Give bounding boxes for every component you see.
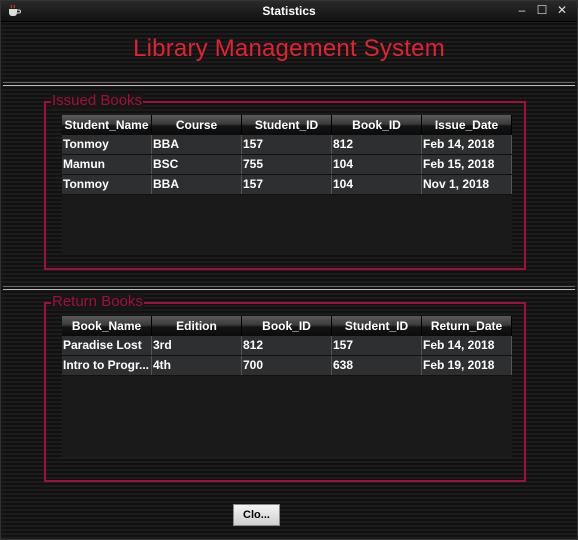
table-cell[interactable]: 638 xyxy=(332,356,422,375)
table-cell[interactable]: Tonmoy xyxy=(62,135,152,154)
column-header[interactable]: Book_ID xyxy=(242,316,332,336)
window-title: Statistics xyxy=(262,4,316,18)
table-cell[interactable]: Mamun xyxy=(62,155,152,174)
table-cell[interactable]: 104 xyxy=(332,155,422,174)
table-cell[interactable]: 812 xyxy=(332,135,422,154)
column-header[interactable]: Course xyxy=(152,115,242,135)
issued-books-title: Issued Books xyxy=(51,92,144,109)
table-cell[interactable]: 755 xyxy=(242,155,332,174)
return-books-panel: Return Books Book_Name Edition Book_ID S… xyxy=(44,294,526,482)
table-cell[interactable]: Nov 1, 2018 xyxy=(422,175,512,194)
table-cell[interactable]: 812 xyxy=(242,336,332,355)
column-header[interactable]: Edition xyxy=(152,316,242,336)
table-cell[interactable]: 157 xyxy=(242,135,332,154)
column-header[interactable]: Student_Name xyxy=(62,115,152,135)
table-row[interactable]: Intro to Progr... 4th 700 638 Feb 19, 20… xyxy=(62,356,512,376)
title-bar[interactable]: Statistics – ☐ ✕ xyxy=(1,1,577,22)
table-row[interactable]: Tonmoy BBA 157 812 Feb 14, 2018 xyxy=(62,135,512,155)
issued-books-table[interactable]: Student_Name Course Student_ID Book_ID I… xyxy=(62,115,512,255)
separator xyxy=(3,286,575,290)
column-header[interactable]: Book_ID xyxy=(332,115,422,135)
close-button[interactable]: Clo... xyxy=(233,504,280,526)
column-header[interactable]: Student_ID xyxy=(242,115,332,135)
table-cell[interactable]: Feb 14, 2018 xyxy=(422,336,512,355)
table-cell[interactable]: Feb 19, 2018 xyxy=(422,356,512,375)
column-header[interactable]: Issue_Date xyxy=(422,115,512,135)
column-header[interactable]: Student_ID xyxy=(332,316,422,336)
table-cell[interactable]: 700 xyxy=(242,356,332,375)
table-header: Book_Name Edition Book_ID Student_ID Ret… xyxy=(62,316,512,336)
table-cell[interactable]: Paradise Lost xyxy=(62,336,152,355)
table-cell[interactable]: 157 xyxy=(332,336,422,355)
table-row[interactable]: Paradise Lost 3rd 812 157 Feb 14, 2018 xyxy=(62,336,512,356)
statistics-window: Statistics – ☐ ✕ Library Management Syst… xyxy=(0,0,578,540)
minimize-icon[interactable]: – xyxy=(514,3,530,17)
table-cell[interactable]: Feb 15, 2018 xyxy=(422,155,512,174)
table-cell[interactable]: BBA xyxy=(152,135,242,154)
table-cell[interactable]: 3rd xyxy=(152,336,242,355)
table-row[interactable]: Tonmoy BBA 157 104 Nov 1, 2018 xyxy=(62,175,512,195)
return-books-table[interactable]: Book_Name Edition Book_ID Student_ID Ret… xyxy=(62,316,512,457)
table-cell[interactable]: Feb 14, 2018 xyxy=(422,135,512,154)
close-icon[interactable]: ✕ xyxy=(554,3,570,17)
table-cell[interactable]: 104 xyxy=(332,175,422,194)
page-title: Library Management System xyxy=(133,35,445,62)
table-row[interactable]: Mamun BSC 755 104 Feb 15, 2018 xyxy=(62,155,512,175)
table-cell[interactable]: BSC xyxy=(152,155,242,174)
table-cell[interactable]: Intro to Progr... xyxy=(62,356,152,375)
table-cell[interactable]: BBA xyxy=(152,175,242,194)
table-cell[interactable]: 4th xyxy=(152,356,242,375)
return-books-title: Return Books xyxy=(51,293,144,310)
table-cell[interactable]: Tonmoy xyxy=(62,175,152,194)
table-cell[interactable]: 157 xyxy=(242,175,332,194)
column-header[interactable]: Book_Name xyxy=(62,316,152,336)
issued-books-panel: Issued Books Student_Name Course Student… xyxy=(44,93,526,270)
separator xyxy=(3,82,575,86)
column-header[interactable]: Return_Date xyxy=(422,316,512,336)
maximize-icon[interactable]: ☐ xyxy=(534,3,550,17)
table-header: Student_Name Course Student_ID Book_ID I… xyxy=(62,115,512,135)
